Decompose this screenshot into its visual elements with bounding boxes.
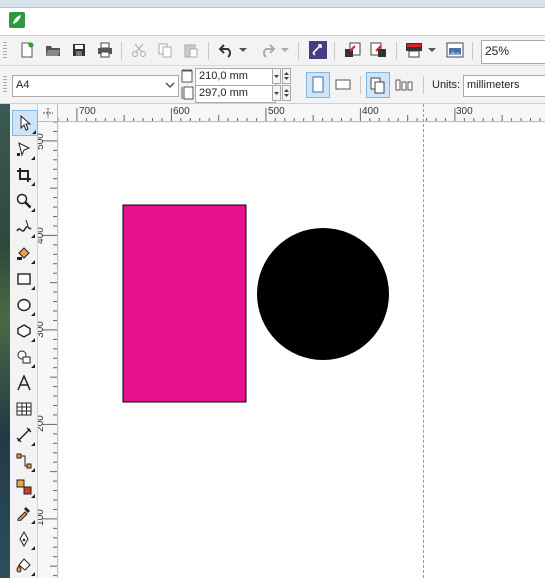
horizontal-ruler[interactable]: 700 600 500 400 300: [58, 104, 545, 122]
redo-icon[interactable]: [256, 39, 278, 61]
zoom-tool-icon[interactable]: [12, 189, 36, 213]
desktop-background-strip: [0, 104, 10, 578]
ruler-label: 300: [38, 321, 46, 338]
page-width-dropdown[interactable]: [272, 68, 281, 84]
fill-tool-icon[interactable]: [12, 553, 36, 577]
cut-icon[interactable]: [128, 39, 150, 61]
ruler-label: 700: [79, 106, 96, 117]
dimension-tool-icon[interactable]: [12, 423, 36, 447]
drawing-canvas[interactable]: [59, 123, 545, 578]
polygon-tool-icon[interactable]: [12, 319, 36, 343]
ruler-label: 600: [173, 106, 190, 117]
ruler-origin[interactable]: [38, 104, 58, 122]
all-pages-button[interactable]: [366, 72, 390, 98]
ruler-label: 400: [38, 227, 46, 244]
magenta-rectangle[interactable]: [122, 204, 247, 403]
toolbar-separator: [360, 76, 361, 94]
app-logo-icon: [9, 12, 25, 28]
save-icon[interactable]: [68, 39, 90, 61]
current-page-button[interactable]: [393, 72, 417, 98]
undo-dropdown-icon[interactable]: [238, 39, 248, 61]
zoom-level-combo[interactable]: 25%: [481, 40, 545, 64]
publish-pdf-icon[interactable]: [403, 39, 425, 61]
window-title-strip: [0, 0, 545, 8]
landscape-button[interactable]: [332, 72, 356, 98]
chevron-down-icon: [165, 76, 175, 100]
rectangle-tool-icon[interactable]: [12, 267, 36, 291]
publish-dropdown-icon[interactable]: [427, 39, 437, 61]
ruler-label: 400: [362, 106, 379, 117]
import-icon[interactable]: [342, 39, 364, 61]
toolbar-separator: [298, 42, 299, 60]
basic-shapes-icon[interactable]: [12, 345, 36, 369]
redo-dropdown-icon[interactable]: [280, 39, 290, 61]
ellipse-tool-icon[interactable]: [12, 293, 36, 317]
undo-icon[interactable]: [216, 39, 238, 61]
toolbar-separator: [121, 42, 122, 60]
ruler-label: 500: [268, 106, 285, 117]
page-height-dropdown[interactable]: [272, 85, 281, 101]
page-height-spinner[interactable]: [282, 85, 291, 101]
page-size-value: A4: [16, 79, 30, 91]
paste-icon[interactable]: [180, 39, 202, 61]
ruler-label: 300: [456, 106, 473, 117]
units-select[interactable]: millimeters: [463, 75, 545, 97]
text-tool-icon[interactable]: [12, 371, 36, 395]
new-document-icon[interactable]: [16, 39, 38, 61]
property-bar: A4 210,0 mm 297,0 mm Units: millimeters: [0, 66, 545, 104]
table-tool-icon[interactable]: [12, 397, 36, 421]
outline-pen-icon[interactable]: [12, 527, 36, 551]
page-width-spinner[interactable]: [282, 68, 291, 84]
pick-tool-icon[interactable]: [12, 110, 38, 136]
page-width-input[interactable]: 210,0 mm: [195, 68, 276, 86]
menu-bar: [0, 8, 545, 36]
smart-fill-icon[interactable]: [12, 241, 36, 265]
toolbar-separator: [334, 42, 335, 60]
ruler-label: 100: [38, 509, 46, 526]
blend-tool-icon[interactable]: [12, 475, 36, 499]
freehand-tool-icon[interactable]: [12, 215, 36, 239]
connector-tool-icon[interactable]: [12, 449, 36, 473]
crop-tool-icon[interactable]: [12, 163, 36, 187]
ruler-label: 500: [38, 133, 46, 150]
page-height-icon: [180, 86, 194, 100]
export-icon[interactable]: [368, 39, 390, 61]
toolbar-separator: [472, 42, 473, 60]
eyedropper-tool-icon[interactable]: [12, 501, 36, 525]
ruler-label: 200: [38, 415, 46, 432]
open-icon[interactable]: [42, 39, 64, 61]
page-height-input[interactable]: 297,0 mm: [195, 85, 276, 103]
view-manager-icon[interactable]: [444, 39, 466, 61]
vertical-ruler[interactable]: 500 400 300 200 100: [38, 122, 58, 578]
units-label: Units:: [432, 79, 461, 91]
toolbar-separator: [208, 42, 209, 60]
toolbox: [10, 104, 38, 578]
launcher-icon[interactable]: [307, 39, 329, 61]
shape-tool-icon[interactable]: [12, 137, 36, 161]
standard-toolbar: 25%: [0, 36, 545, 66]
toolbar-separator: [423, 76, 424, 94]
toolbar-separator: [396, 42, 397, 60]
toolbar-grip[interactable]: [3, 76, 7, 94]
copy-icon[interactable]: [154, 39, 176, 61]
page-border-guide: [423, 104, 424, 578]
print-icon[interactable]: [94, 39, 116, 61]
portrait-button[interactable]: [306, 72, 330, 98]
toolbar-grip[interactable]: [3, 42, 7, 60]
black-circle[interactable]: [257, 228, 389, 360]
page-width-icon: [180, 69, 194, 83]
page-size-select[interactable]: A4: [12, 75, 179, 97]
